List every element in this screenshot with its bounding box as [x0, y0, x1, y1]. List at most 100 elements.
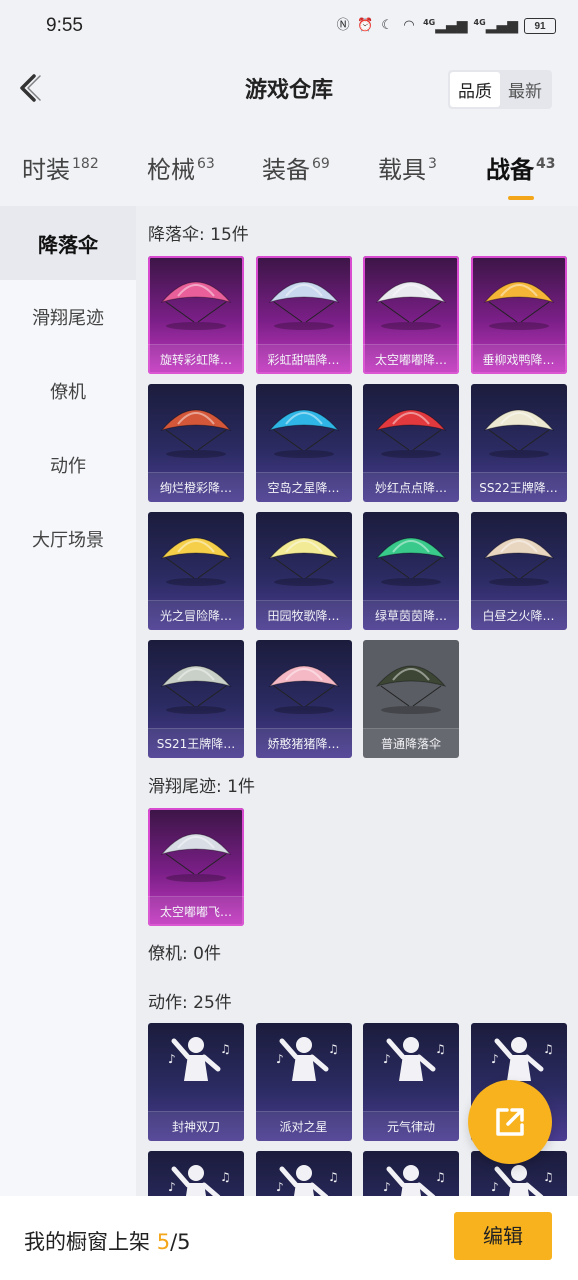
tab-equipment[interactable]: 装备 69	[262, 150, 330, 185]
sidebar-item-lobby-scene[interactable]: 大厅场景	[0, 502, 136, 576]
svg-text:♪: ♪	[276, 1052, 284, 1066]
parachute-grid: 旋转彩虹降… 彩虹甜喵降… 太空嘟嘟降… 垂柳戏鸭降… 绚烂橙彩降… 空岛之星降… 妙红点点…	[148, 256, 574, 760]
parachute-card-label: SS22王牌降…	[470, 472, 567, 502]
moon-icon: ☾	[381, 18, 393, 33]
parachute-card[interactable]: 普通降落伞	[363, 640, 459, 758]
emote-figure-icon: ♪♫	[168, 1165, 231, 1196]
back-button[interactable]	[14, 68, 50, 108]
tab-vehicles[interactable]: 载具 3	[378, 150, 437, 185]
parachute-icon	[160, 537, 232, 586]
category-tabs: 时装 182 枪械 63 装备 69 载具 3 战备 43	[0, 140, 578, 200]
svg-text:♪: ♪	[491, 1052, 499, 1066]
parachute-card[interactable]: 垂柳戏鸭降…	[470, 256, 567, 374]
emote-card[interactable]: ♪ ♫ 派对之星	[255, 1023, 352, 1141]
parachute-card-label: 旋转彩虹降…	[148, 344, 244, 374]
parachute-card-label: SS21王牌降…	[148, 728, 244, 758]
svg-text:♫: ♫	[435, 1042, 446, 1056]
parachute-icon	[160, 281, 232, 330]
svg-text:♪: ♪	[168, 1052, 176, 1066]
parachute-icon	[483, 537, 554, 586]
showcase-status: 我的橱窗上架 5/5	[24, 1226, 191, 1256]
parachute-card[interactable]: 娇憨猪猪降…	[255, 640, 352, 758]
share-external-icon	[496, 1108, 524, 1136]
emote-card-label: 元气律动	[363, 1111, 459, 1141]
parachute-icon	[375, 409, 447, 458]
parachute-card[interactable]: 田园牧歌降…	[255, 512, 352, 630]
emote-figure-icon: ♪♫	[383, 1037, 446, 1081]
glide-trail-card[interactable]: 太空嘟嘟飞…	[148, 808, 244, 926]
sidebar: 降落伞 滑翔尾迹 僚机 动作 大厅场景	[0, 206, 136, 1196]
svg-text:♫: ♫	[220, 1042, 231, 1056]
parachute-card[interactable]: 妙红点点降…	[363, 384, 459, 502]
bottom-bar: 我的橱窗上架 5/5 编辑	[0, 1196, 578, 1280]
sort-newest-button[interactable]: 最新	[500, 72, 550, 107]
svg-text:♪: ♪	[168, 1180, 176, 1194]
showcase-current-count: 5	[156, 1230, 171, 1254]
svg-text:♪: ♪	[383, 1052, 391, 1066]
tab-fashion[interactable]: 时装 182	[22, 150, 99, 185]
parachute-card-label: 田园牧歌降…	[255, 600, 352, 630]
parachute-card[interactable]: 旋转彩虹降…	[148, 256, 244, 374]
parachute-icon	[160, 409, 232, 458]
sidebar-item-parachute[interactable]: 降落伞	[0, 206, 136, 280]
header: 游戏仓库 品质 最新	[0, 58, 578, 118]
status-icons: Ⓝ ⏰ ☾ ◠ 4G▂▄▆ 4G▂▄▆ 91	[335, 18, 556, 34]
sort-toggle: 品质 最新	[448, 70, 552, 109]
parachute-card[interactable]: 光之冒险降…	[148, 512, 244, 630]
parachute-icon	[268, 409, 339, 458]
parachute-card-label: 彩虹甜喵降…	[255, 344, 352, 374]
tab-guns[interactable]: 枪械 63	[147, 150, 215, 185]
parachute-card-label: 太空嘟嘟降…	[363, 344, 459, 374]
nfc-icon: Ⓝ	[336, 18, 350, 33]
parachute-card[interactable]: 空岛之星降…	[255, 384, 352, 502]
emote-card[interactable]: ♪ ♫	[255, 1151, 352, 1196]
emote-figure-icon: ♪♫	[276, 1165, 338, 1196]
parachute-card-label: 绿草茵茵降…	[363, 600, 459, 630]
emote-card[interactable]: ♪ ♫	[148, 1151, 244, 1196]
status-time: 9:55	[46, 15, 83, 36]
parachute-card-label: 白昼之火降…	[470, 600, 567, 630]
parachute-icon	[160, 665, 232, 714]
parachute-card[interactable]: 太空嘟嘟降…	[363, 256, 459, 374]
signal-icon: 4G▂▄▆	[423, 18, 468, 34]
status-bar: 9:55 Ⓝ ⏰ ☾ ◠ 4G▂▄▆ 4G▂▄▆ 91	[0, 0, 578, 52]
emote-card-label: 封神双刀	[148, 1111, 244, 1141]
emote-card[interactable]: ♪ ♫ 元气律动	[363, 1023, 459, 1141]
parachute-card-label: 普通降落伞	[363, 728, 459, 758]
parachute-card[interactable]: SS22王牌降…	[470, 384, 567, 502]
wifi-icon: ◠	[403, 18, 415, 33]
parachute-card-label: 垂柳戏鸭降…	[470, 344, 567, 374]
emote-card[interactable]: ♪ ♫ 封神双刀	[148, 1023, 244, 1141]
svg-text:♫: ♫	[328, 1042, 339, 1056]
parachute-icon	[375, 665, 447, 714]
signal-icon-2: 4G▂▄▆	[473, 18, 518, 34]
share-fab[interactable]	[468, 1080, 552, 1164]
parachute-card[interactable]: 绚烂橙彩降…	[148, 384, 244, 502]
emote-figure-icon: ♪♫	[168, 1037, 231, 1081]
svg-text:♪: ♪	[383, 1180, 391, 1194]
sort-quality-button[interactable]: 品质	[450, 72, 500, 107]
sidebar-item-emote[interactable]: 动作	[0, 428, 136, 502]
battery-icon: 91	[524, 18, 556, 34]
active-tab-indicator	[508, 196, 534, 200]
parachute-icon	[160, 833, 232, 882]
emote-card[interactable]: ♪ ♫	[363, 1151, 459, 1196]
sidebar-item-glide-trail[interactable]: 滑翔尾迹	[0, 280, 136, 354]
section-title-parachute: 降落伞: 15件	[148, 225, 249, 245]
sidebar-item-wingman[interactable]: 僚机	[0, 354, 136, 428]
svg-text:♫: ♫	[220, 1170, 231, 1184]
tab-battle-gear[interactable]: 战备 43	[486, 150, 555, 200]
section-title-wingman: 僚机: 0件	[148, 944, 221, 964]
parachute-card-label: 妙红点点降…	[363, 472, 459, 502]
parachute-card[interactable]: 彩虹甜喵降…	[255, 256, 352, 374]
parachute-card[interactable]: SS21王牌降…	[148, 640, 244, 758]
svg-text:♫: ♫	[543, 1170, 554, 1184]
parachute-card[interactable]: 白昼之火降…	[470, 512, 567, 630]
edit-button[interactable]: 编辑	[454, 1212, 552, 1260]
glide-trail-card-label: 太空嘟嘟飞…	[148, 896, 244, 926]
emote-figure-icon: ♪♫	[276, 1037, 339, 1081]
parachute-icon	[268, 537, 339, 586]
parachute-card[interactable]: 绿草茵茵降…	[363, 512, 459, 630]
item-list: 降落伞: 15件 旋转彩虹降… 彩虹甜喵降… 太空嘟嘟降… 垂柳戏鸭降… 绚烂橙彩降… 空…	[136, 206, 578, 1196]
showcase-label: 我的橱窗上架	[24, 1230, 150, 1254]
